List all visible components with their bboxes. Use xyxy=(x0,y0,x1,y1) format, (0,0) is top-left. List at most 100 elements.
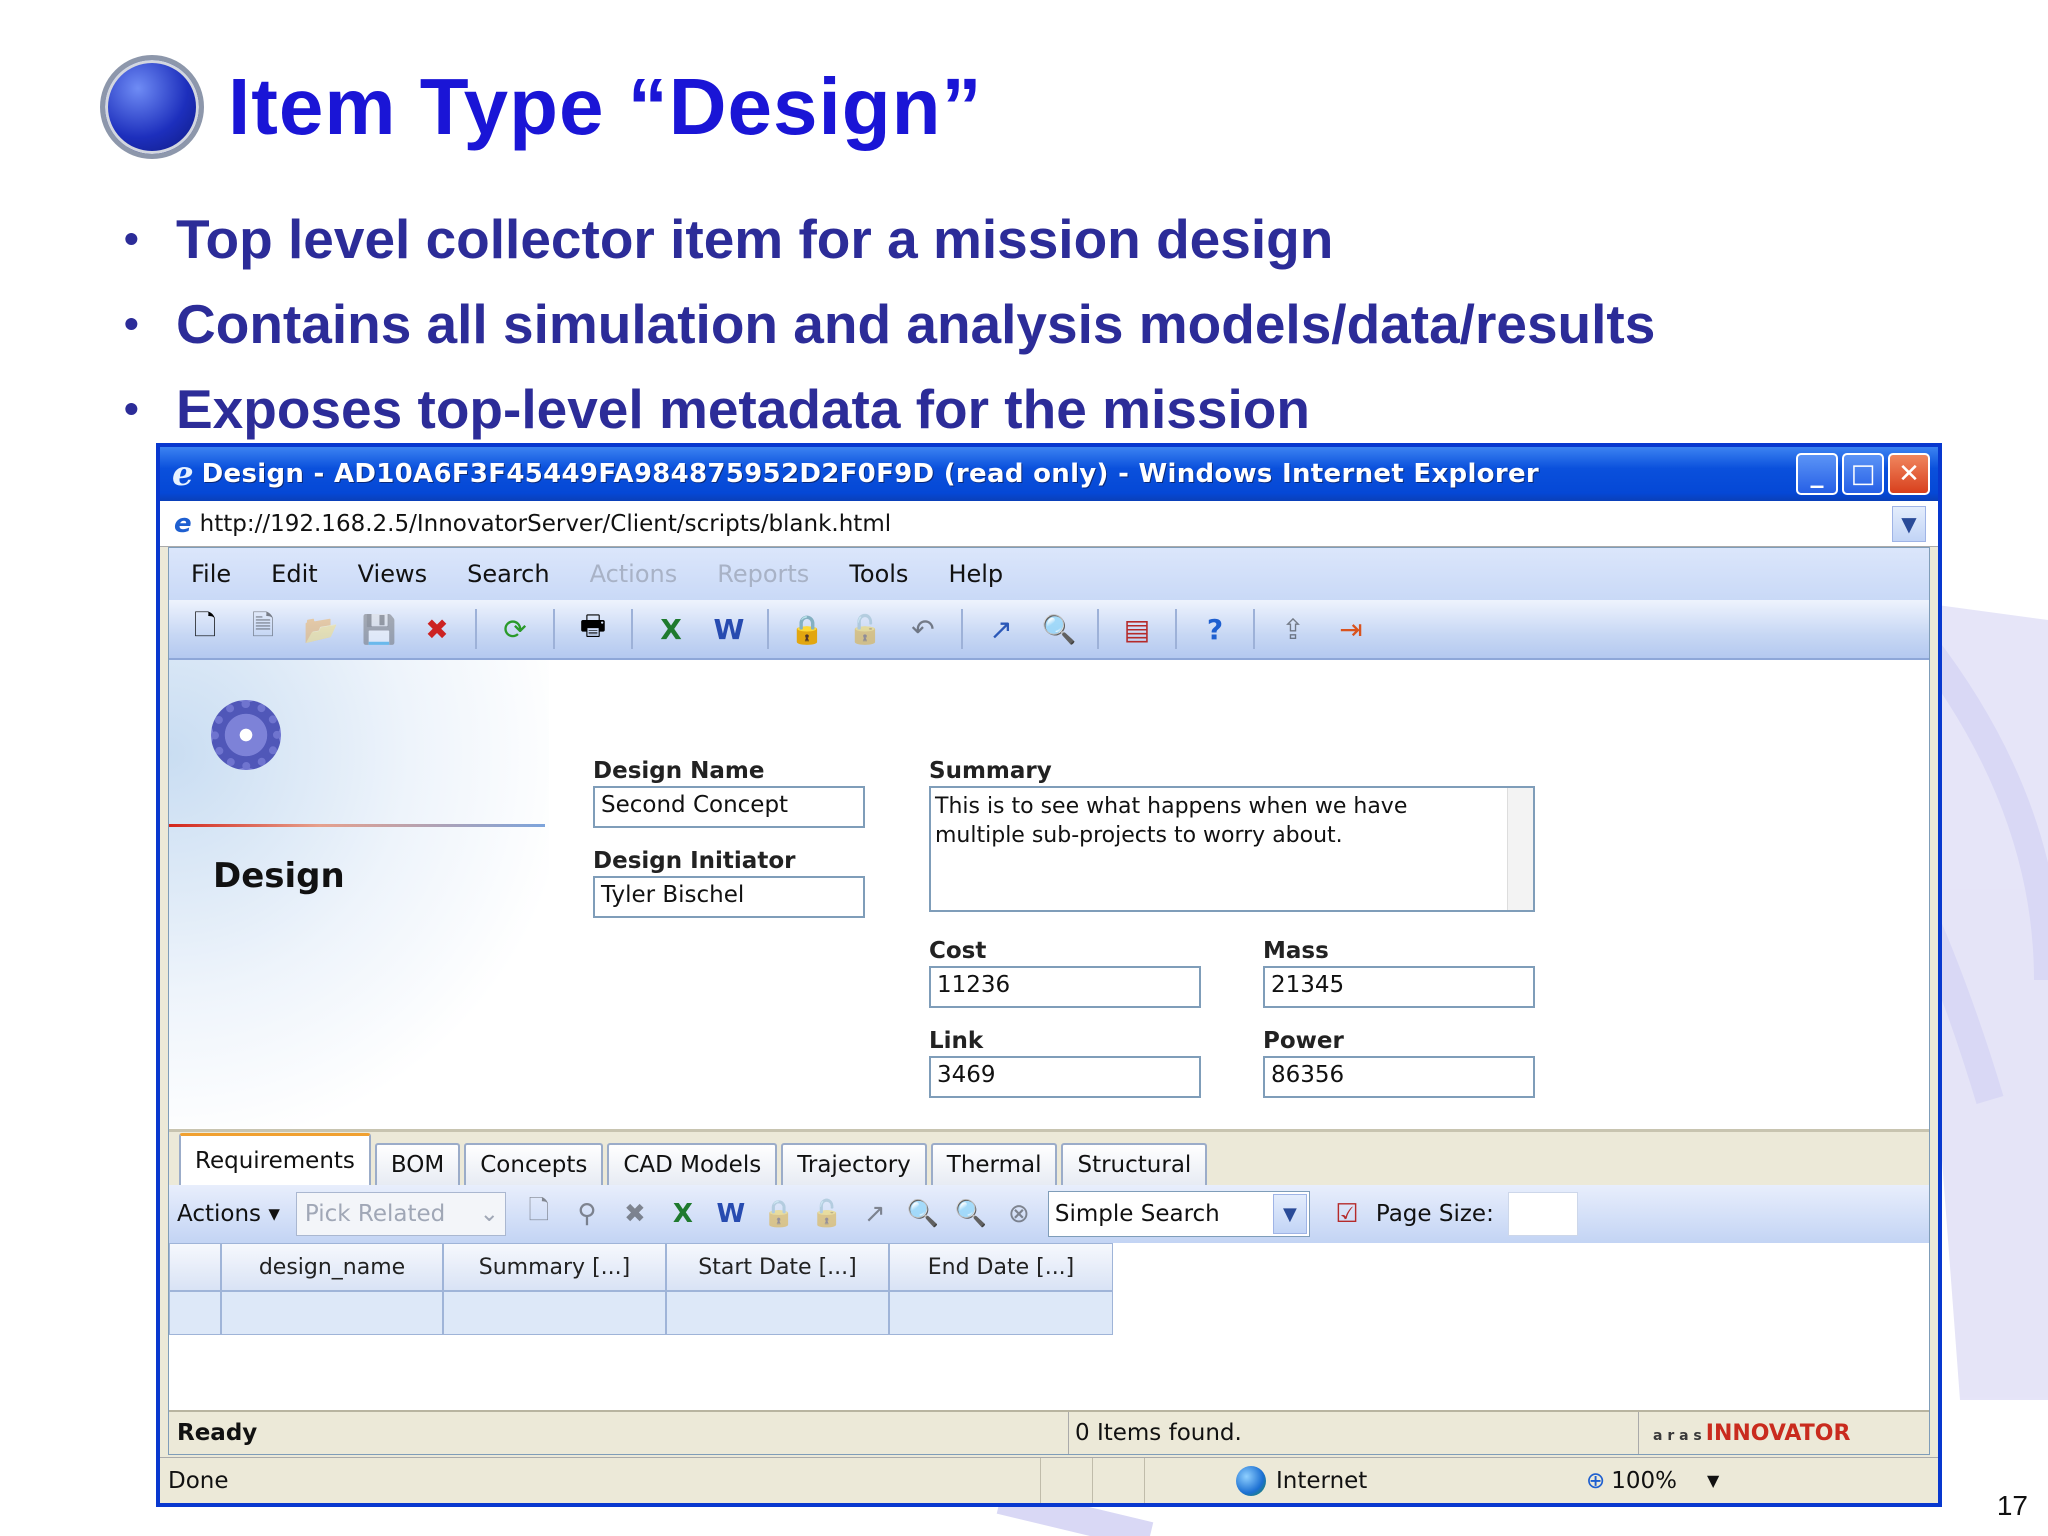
toolbar-separator xyxy=(961,609,963,649)
browser-status-bar: Done Internet ⊕ 100% ▼ xyxy=(160,1457,1938,1503)
page-icon: e xyxy=(174,508,192,539)
close-button[interactable]: ✕ xyxy=(1888,453,1930,495)
items-found-count: 0 Items found. xyxy=(1069,1412,1639,1454)
promote-icon[interactable]: ↗ xyxy=(981,609,1021,649)
grid-row-header xyxy=(169,1243,221,1291)
summary-scrollbar[interactable] xyxy=(1507,788,1533,910)
status-segment xyxy=(1040,1458,1092,1503)
pick-icon[interactable]: ⚲ xyxy=(568,1194,606,1234)
tab-concepts[interactable]: Concepts xyxy=(464,1143,604,1185)
new-relationship-icon[interactable]: 🗋 xyxy=(520,1194,558,1234)
window-controls: _ □ ✕ xyxy=(1796,453,1930,495)
mass-field[interactable]: 21345 xyxy=(1263,966,1535,1008)
design-initiator-field[interactable]: Tyler Bischel xyxy=(593,876,865,918)
menu-search[interactable]: Search xyxy=(467,560,549,588)
tab-cad-models[interactable]: CAD Models xyxy=(607,1143,778,1185)
security-zone[interactable]: Internet xyxy=(1236,1465,1566,1496)
link-field[interactable]: 3469 xyxy=(929,1056,1201,1098)
minimize-button[interactable]: _ xyxy=(1796,453,1838,495)
clear-search-icon[interactable]: 🔍 xyxy=(952,1194,990,1234)
exit-icon[interactable]: ⇥ xyxy=(1331,609,1371,649)
tab-bom[interactable]: BOM xyxy=(374,1143,461,1185)
page-number: 17 xyxy=(1996,1490,2028,1521)
maximize-button[interactable]: □ xyxy=(1842,453,1884,495)
cost-field[interactable]: 11236 xyxy=(929,966,1201,1008)
toolbar-separator xyxy=(1253,609,1255,649)
word-icon[interactable]: W xyxy=(709,609,749,649)
brand-bottom: INNOVATOR xyxy=(1705,1420,1851,1446)
table-row[interactable] xyxy=(169,1291,1115,1335)
disabled-export-icon[interactable]: ⇪ xyxy=(1273,609,1313,649)
search-mode-select[interactable]: Simple Search ▼ xyxy=(1047,1191,1310,1237)
promote-related-icon[interactable]: ↗ xyxy=(856,1194,894,1234)
excel-icon[interactable]: X xyxy=(651,609,691,649)
column-header[interactable]: End Date [...] xyxy=(889,1243,1113,1291)
tab-trajectory[interactable]: Trajectory xyxy=(781,1143,927,1185)
lock-related-icon[interactable]: 🔒 xyxy=(760,1194,798,1234)
lock-icon[interactable]: 🔒 xyxy=(787,609,827,649)
menu-views[interactable]: Views xyxy=(358,560,427,588)
excel-export-icon[interactable]: X xyxy=(664,1194,702,1234)
status-segment xyxy=(1144,1458,1196,1503)
window-title: Design - AD10A6F3F45449FA984875952D2F0F9… xyxy=(201,459,1540,489)
structure-browser-icon[interactable]: ▤ xyxy=(1117,609,1157,649)
grid-cell[interactable] xyxy=(889,1291,1113,1335)
menu-help[interactable]: Help xyxy=(948,560,1003,588)
column-header[interactable]: Summary [...] xyxy=(443,1243,666,1291)
tab-thermal[interactable]: Thermal xyxy=(930,1143,1058,1185)
menu-reports: Reports xyxy=(717,560,810,588)
zoom-control[interactable]: ⊕ 100% ▼ xyxy=(1586,1468,1719,1494)
relationship-tabs: Requirements BOM Concepts CAD Models Tra… xyxy=(169,1129,1929,1185)
slide-title-bar: Item Type “Design” xyxy=(100,52,982,162)
grid-cell[interactable] xyxy=(443,1291,666,1335)
window-titlebar[interactable]: e Design - AD10A6F3F45449FA984875952D2F0… xyxy=(160,447,1938,501)
delete-icon[interactable]: ✖ xyxy=(417,609,457,649)
column-select-icon[interactable]: ☑ xyxy=(1328,1194,1366,1234)
remove-icon[interactable]: ✖ xyxy=(616,1194,654,1234)
save-icon[interactable]: 💾 xyxy=(359,609,399,649)
toolbar-separator xyxy=(631,609,633,649)
actions-menu-button[interactable]: Actions ▾ xyxy=(177,1201,280,1227)
search-mode-value: Simple Search xyxy=(1054,1201,1220,1227)
grid-header: design_name Summary [...] Start Date [..… xyxy=(169,1243,1115,1291)
page-size-label: Page Size: xyxy=(1375,1201,1494,1227)
open-icon[interactable]: 📂 xyxy=(301,609,341,649)
search-icon[interactable]: 🔍 xyxy=(904,1194,942,1234)
tab-requirements[interactable]: Requirements xyxy=(179,1133,371,1185)
unlock-icon[interactable]: 🔓 xyxy=(845,609,885,649)
view-icon[interactable]: 🗎 xyxy=(243,609,283,649)
undo-icon[interactable]: ↶ xyxy=(903,609,943,649)
innovator-app: File Edit Views Search Actions Reports T… xyxy=(168,547,1930,1455)
pick-related-select: Pick Related ⌄ xyxy=(295,1192,506,1236)
relationship-toolbar: Actions ▾ Pick Related ⌄ 🗋 ⚲ ✖ X W 🔒 🔓 ↗ … xyxy=(169,1185,1929,1243)
where-used-icon[interactable]: 🔍 xyxy=(1039,609,1079,649)
new-icon[interactable]: 🗋 xyxy=(185,609,225,649)
zoom-level: 100% xyxy=(1611,1467,1678,1494)
menu-file[interactable]: File xyxy=(191,560,231,588)
refresh-icon[interactable]: ⟳ xyxy=(495,609,535,649)
toolbar-separator xyxy=(553,609,555,649)
help-icon[interactable]: ? xyxy=(1195,609,1235,649)
unlock-related-icon[interactable]: 🔓 xyxy=(808,1194,846,1234)
power-field[interactable]: 86356 xyxy=(1263,1056,1535,1098)
column-header[interactable]: design_name xyxy=(221,1243,443,1291)
print-icon[interactable]: 🖶 xyxy=(573,609,613,649)
address-dropdown-button[interactable]: ▼ xyxy=(1892,505,1926,542)
summary-textarea[interactable]: This is to see what happens when we have… xyxy=(929,786,1535,912)
menu-edit[interactable]: Edit xyxy=(271,560,317,588)
tab-structural[interactable]: Structural xyxy=(1061,1143,1208,1185)
toolbar-separator xyxy=(1097,609,1099,649)
address-url[interactable]: http://192.168.2.5/InnovatorServer/Clien… xyxy=(200,511,891,537)
grid-cell[interactable] xyxy=(666,1291,889,1335)
slide-title: Item Type “Design” xyxy=(228,62,983,151)
chevron-down-icon: ▼ xyxy=(1707,1471,1720,1490)
grid-cell[interactable] xyxy=(221,1291,443,1335)
stop-search-icon[interactable]: ⊗ xyxy=(1000,1194,1038,1234)
globe-icon xyxy=(1236,1465,1266,1496)
design-name-field[interactable]: Second Concept xyxy=(593,786,865,828)
menu-tools[interactable]: Tools xyxy=(849,560,908,588)
word-export-icon[interactable]: W xyxy=(712,1194,750,1234)
column-header[interactable]: Start Date [...] xyxy=(666,1243,889,1291)
item-form: Design Design Name Second Concept Design… xyxy=(169,660,1929,1128)
page-size-input[interactable] xyxy=(1507,1192,1578,1236)
